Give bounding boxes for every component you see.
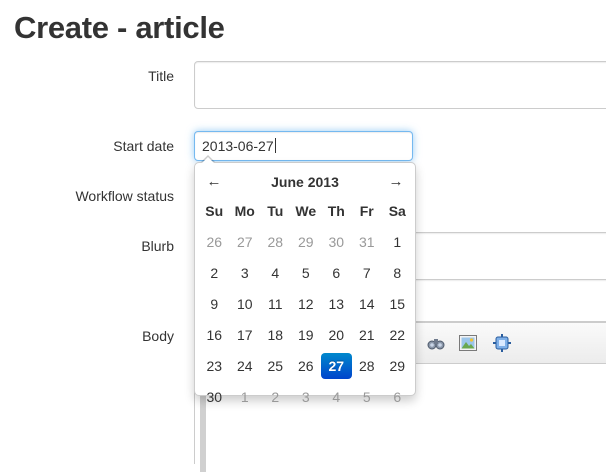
calendar-week-row: 9 10 11 12 13 14 15 bbox=[199, 289, 413, 320]
calendar-day[interactable]: 4 bbox=[321, 384, 352, 410]
start-date-value: 2013-06-27 bbox=[202, 138, 274, 154]
calendar-day[interactable]: 26 bbox=[291, 353, 322, 379]
calendar-day[interactable]: 8 bbox=[382, 260, 413, 286]
calendar-day[interactable]: 29 bbox=[382, 353, 413, 379]
body-label: Body bbox=[142, 328, 174, 344]
calendar-day[interactable]: 4 bbox=[260, 260, 291, 286]
start-date-input[interactable]: 2013-06-27 bbox=[194, 131, 413, 161]
calendar-day[interactable]: 15 bbox=[382, 291, 413, 317]
text-cursor bbox=[274, 138, 276, 153]
calendar-day[interactable]: 25 bbox=[260, 353, 291, 379]
image-icon[interactable] bbox=[458, 333, 478, 353]
calendar-day[interactable]: 22 bbox=[382, 322, 413, 348]
calendar-day[interactable]: 9 bbox=[199, 291, 230, 317]
weekday-header-row: Su Mo Tu We Th Fr Sa bbox=[199, 196, 413, 227]
widget-icon[interactable] bbox=[492, 333, 512, 353]
calendar-day[interactable]: 30 bbox=[199, 384, 230, 410]
calendar-day[interactable]: 10 bbox=[230, 291, 261, 317]
calendar-day[interactable]: 7 bbox=[352, 260, 383, 286]
calendar-day[interactable]: 3 bbox=[230, 260, 261, 286]
calendar-day[interactable]: 17 bbox=[230, 322, 261, 348]
weekday-label: Mo bbox=[234, 203, 255, 219]
calendar-day[interactable]: 6 bbox=[382, 384, 413, 410]
weekday-label: Th bbox=[327, 203, 345, 219]
weekday-label: Su bbox=[205, 203, 224, 219]
calendar-day[interactable]: 21 bbox=[352, 322, 383, 348]
calendar-day[interactable]: 6 bbox=[321, 260, 352, 286]
calendar-day[interactable]: 1 bbox=[382, 229, 413, 255]
page-title: Create - article bbox=[14, 10, 225, 45]
datepicker-calendar-grid: Su Mo Tu We Th Fr Sa 26 27 28 29 30 31 1 2 3 4 5 6 7 8 9 10 11 1… bbox=[199, 196, 413, 413]
calendar-day[interactable]: 20 bbox=[321, 322, 352, 348]
calendar-day[interactable]: 18 bbox=[260, 322, 291, 348]
calendar-day[interactable]: 26 bbox=[199, 229, 230, 255]
calendar-day[interactable]: 2 bbox=[199, 260, 230, 286]
calendar-day[interactable]: 5 bbox=[352, 384, 383, 410]
calendar-day[interactable]: 23 bbox=[199, 353, 230, 379]
calendar-day[interactable]: 12 bbox=[291, 291, 322, 317]
calendar-day[interactable]: 14 bbox=[352, 291, 383, 317]
datepicker-month-title[interactable]: June 2013 bbox=[229, 171, 381, 193]
datepicker-popup: ← June 2013 → Su Mo Tu We Th Fr Sa 26 27 28 29 30 31… bbox=[194, 155, 416, 405]
calendar-day-selected[interactable]: 27 bbox=[321, 353, 352, 379]
calendar-day[interactable]: 13 bbox=[321, 291, 352, 317]
arrow-right-icon[interactable]: → bbox=[381, 171, 411, 193]
weekday-label: Tu bbox=[267, 203, 284, 219]
title-label: Title bbox=[148, 68, 174, 84]
calendar-day[interactable]: 11 bbox=[260, 291, 291, 317]
weekday-label: Fr bbox=[359, 203, 374, 219]
datepicker-header: ← June 2013 → bbox=[199, 171, 411, 193]
calendar-day[interactable]: 24 bbox=[230, 353, 261, 379]
binoculars-icon[interactable] bbox=[426, 333, 446, 353]
workflow-status-label: Workflow status bbox=[75, 188, 174, 204]
calendar-day[interactable]: 28 bbox=[352, 353, 383, 379]
calendar-week-row: 23 24 25 26 27 28 29 bbox=[199, 351, 413, 382]
calendar-day[interactable]: 16 bbox=[199, 322, 230, 348]
calendar-week-row: 16 17 18 19 20 21 22 bbox=[199, 320, 413, 351]
calendar-day[interactable]: 2 bbox=[260, 384, 291, 410]
calendar-day[interactable]: 29 bbox=[291, 229, 322, 255]
start-date-label: Start date bbox=[113, 138, 174, 154]
calendar-week-row: 2345678 bbox=[199, 258, 413, 289]
weekday-label: We bbox=[295, 203, 317, 219]
title-input[interactable] bbox=[194, 61, 606, 109]
calendar-day[interactable]: 1 bbox=[230, 384, 261, 410]
calendar-day[interactable]: 30 bbox=[321, 229, 352, 255]
weekday-label: Sa bbox=[388, 203, 406, 219]
calendar-day[interactable]: 27 bbox=[230, 229, 261, 255]
arrow-left-icon[interactable]: ← bbox=[199, 171, 229, 193]
calendar-day[interactable]: 5 bbox=[291, 260, 322, 286]
blurb-label: Blurb bbox=[141, 238, 174, 254]
calendar-week-row: 30 1 2 3 4 5 6 bbox=[199, 382, 413, 413]
calendar-week-row: 26 27 28 29 30 31 1 bbox=[199, 227, 413, 258]
calendar-day[interactable]: 28 bbox=[260, 229, 291, 255]
calendar-day[interactable]: 19 bbox=[291, 322, 322, 348]
calendar-day[interactable]: 3 bbox=[291, 384, 322, 410]
calendar-day[interactable]: 31 bbox=[352, 229, 383, 255]
